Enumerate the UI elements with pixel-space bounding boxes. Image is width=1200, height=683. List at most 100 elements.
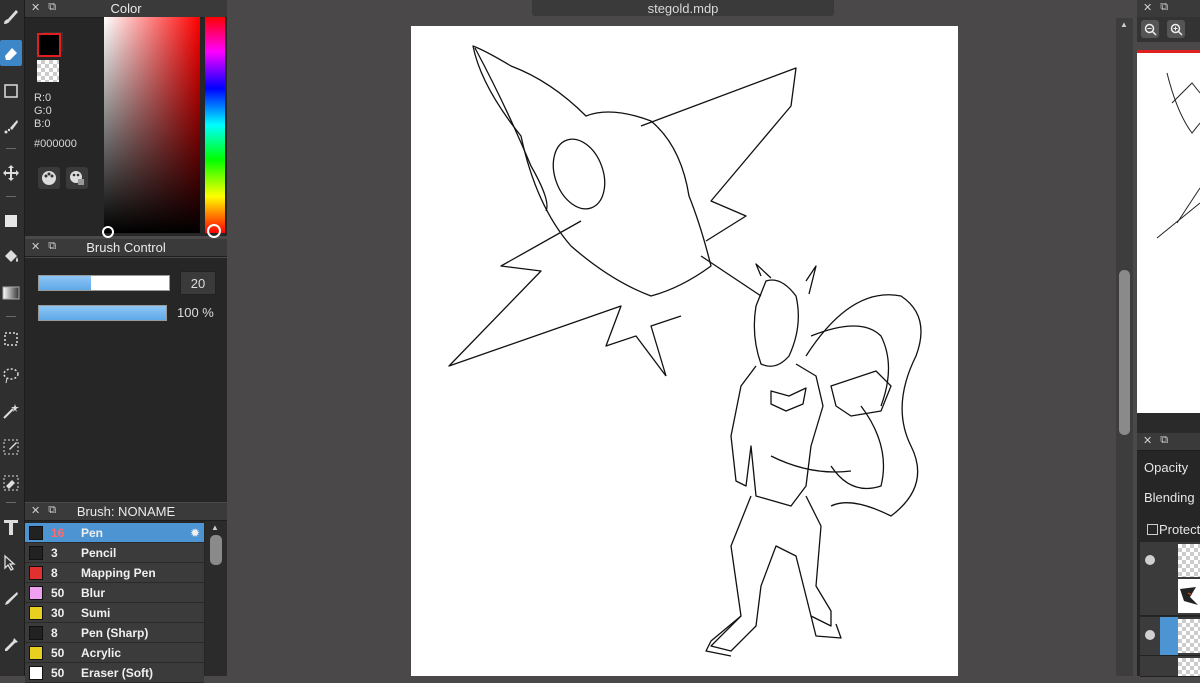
layer-thumbnail (1178, 658, 1200, 676)
selection-rect-icon[interactable] (0, 326, 22, 352)
detach-icon[interactable]: ⧉ (48, 504, 56, 517)
gradient-icon[interactable] (0, 280, 22, 306)
protect-alpha-label: Protect (1159, 522, 1200, 537)
saturation-value-picker[interactable] (104, 17, 200, 233)
navigator-toolbar (1137, 17, 1200, 42)
brush-item-blur[interactable]: 50 Blur (25, 583, 204, 603)
palette-icon[interactable] (38, 167, 60, 189)
eraser-icon[interactable] (0, 40, 22, 66)
visibility-eye-icon[interactable] (1145, 555, 1155, 565)
brush-color-swatch (29, 525, 43, 540)
visibility-eye-icon[interactable] (1145, 630, 1155, 640)
brush-color-swatch (29, 565, 43, 580)
layer-opacity-label: Opacity (1144, 460, 1189, 475)
brush-name: Mapping Pen (81, 565, 156, 580)
brush-color-swatch (29, 585, 43, 600)
brush-opacity-slider[interactable] (38, 305, 167, 321)
brush-color-swatch (29, 665, 43, 680)
hue-slider-handle[interactable] (207, 224, 221, 238)
brush-name: Eraser (Soft) (81, 665, 154, 680)
close-icon[interactable]: ✕ (31, 1, 40, 14)
layer-row[interactable] (1140, 542, 1200, 581)
brush-size: 30 (51, 605, 65, 620)
palette-settings-icon[interactable] (66, 167, 88, 189)
brush-item-eraser-soft[interactable]: 50 Eraser (Soft) (25, 663, 204, 683)
layer-thumbnail (1178, 579, 1200, 613)
drawing-canvas[interactable] (411, 26, 958, 676)
layer-row-selected[interactable] (1140, 617, 1200, 656)
detach-icon[interactable]: ⧉ (1160, 1, 1168, 14)
color-panel-header: ✕ ⧉ Color (25, 0, 227, 18)
tool-separator (6, 502, 16, 503)
tool-separator (6, 148, 16, 149)
canvas-scroll-thumb[interactable] (1119, 270, 1130, 435)
tool-separator (6, 316, 16, 317)
text-icon[interactable] (0, 514, 22, 540)
brush-size: 50 (51, 665, 65, 680)
sketch-artwork (448, 45, 922, 657)
protect-alpha-checkbox[interactable] (1147, 524, 1158, 535)
close-icon[interactable]: ✕ (1143, 1, 1152, 14)
document-title: stegold.mdp (532, 0, 834, 16)
rectangle-icon[interactable] (0, 78, 22, 104)
hex-value[interactable]: #000000 (34, 138, 77, 150)
brush-item-pen[interactable]: 16 Pen ✹ (25, 523, 204, 543)
brush-size: 8 (51, 625, 58, 640)
lasso-icon[interactable] (0, 362, 22, 388)
brush-name: Pencil (81, 545, 117, 560)
layer-row[interactable] (1140, 656, 1200, 677)
layer-thumbnail (1178, 619, 1200, 653)
layer-select-bar (1160, 617, 1178, 655)
brush-icon[interactable] (0, 4, 22, 30)
select-pen-icon[interactable] (0, 434, 22, 460)
brush-name: Pen (Sharp) (81, 625, 149, 640)
layer-thumbnail (1178, 544, 1200, 578)
brush-item-sumi[interactable]: 30 Sumi (25, 603, 204, 623)
detach-icon[interactable]: ⧉ (48, 1, 56, 14)
brush-list-panel: 16 Pen ✹ 3 Pencil 8 Mapping Pen 50 Blur … (25, 521, 227, 683)
pointer-icon[interactable] (0, 550, 22, 576)
navigator-preview[interactable] (1137, 50, 1200, 416)
brush-item-mapping-pen[interactable]: 8 Mapping Pen (25, 563, 204, 583)
dotted-brush-icon[interactable] (0, 114, 22, 140)
brush-list-scroll-thumb[interactable] (210, 535, 222, 565)
transparent-color-swatch[interactable] (37, 60, 59, 82)
brush-size-slider[interactable] (38, 275, 170, 291)
brush-list-scrollbar[interactable]: ▲ (205, 521, 227, 676)
brush-size: 50 (51, 645, 65, 660)
hue-slider[interactable] (205, 17, 225, 233)
detach-icon[interactable]: ⧉ (48, 240, 56, 253)
brush-item-pencil[interactable]: 3 Pencil (25, 543, 204, 563)
brush-color-swatch (29, 645, 43, 660)
brush-size-fill (39, 276, 91, 290)
brush-list-title: Brush: NONAME (76, 504, 176, 519)
brush-size-value[interactable]: 20 (180, 271, 216, 295)
brush-opacity-fill (39, 306, 166, 320)
layer-row[interactable] (1140, 577, 1200, 616)
close-icon[interactable]: ✕ (31, 240, 40, 253)
paint-bucket-icon[interactable] (0, 244, 22, 270)
scroll-up-icon[interactable]: ▲ (1120, 20, 1128, 29)
brush-item-acrylic[interactable]: 50 Acrylic (25, 643, 204, 663)
close-icon[interactable]: ✕ (31, 504, 40, 517)
filled-square-icon[interactable] (0, 208, 22, 234)
foreground-color-swatch-front[interactable] (37, 33, 61, 57)
move-arrows-icon[interactable] (0, 160, 22, 186)
brush-size: 50 (51, 585, 65, 600)
select-eraser-icon[interactable] (0, 470, 22, 496)
tool-strip (0, 0, 25, 676)
brush-item-pen-sharp[interactable]: 8 Pen (Sharp) (25, 623, 204, 643)
pen-nib-icon[interactable] (0, 586, 22, 612)
magic-wand-icon[interactable] (0, 398, 22, 424)
eyedropper-icon[interactable] (0, 632, 22, 658)
detach-icon[interactable]: ⧉ (1160, 434, 1168, 447)
scroll-up-icon[interactable]: ▲ (211, 523, 219, 532)
navigator-footer (1137, 413, 1200, 433)
sv-picker-handle[interactable] (102, 226, 114, 238)
zoom-in-icon[interactable] (1167, 20, 1185, 38)
color-panel-title: Color (110, 1, 142, 16)
brush-name: Acrylic (81, 645, 122, 660)
zoom-out-icon[interactable] (1141, 20, 1159, 38)
close-icon[interactable]: ✕ (1143, 434, 1152, 447)
gear-icon[interactable]: ✹ (190, 526, 200, 540)
